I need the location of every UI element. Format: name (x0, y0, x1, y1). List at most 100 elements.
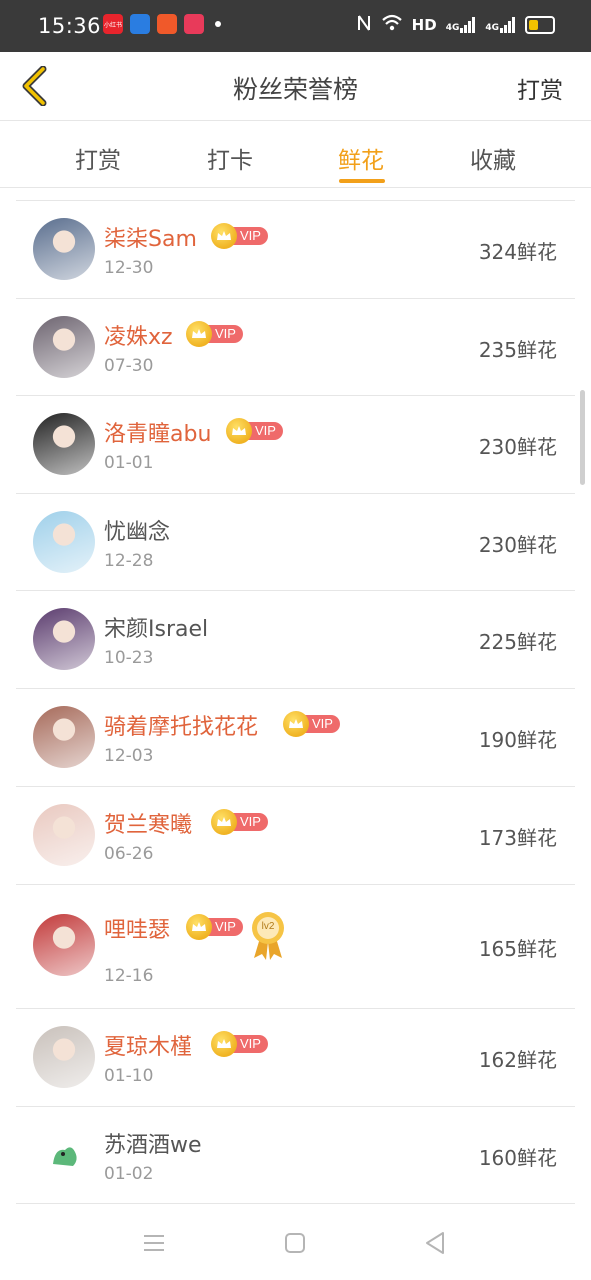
fan-date: 01-01 (104, 453, 154, 473)
fan-list[interactable]: 柒柒Sam VIP 12-30 324鲜花 凌姝xz VIP 07-30 235鲜花 洛青瞳ab… (0, 188, 591, 1206)
flower-count: 190鲜花 (478, 728, 557, 752)
avatar[interactable] (33, 804, 95, 866)
hd-indicator: HD (411, 16, 437, 34)
flower-count: 225鲜花 (478, 630, 557, 654)
crown-icon (186, 913, 212, 940)
avatar[interactable] (33, 413, 95, 475)
fan-name[interactable]: 凌姝xz (104, 319, 173, 351)
signal-label-1: 4G (445, 23, 460, 33)
status-indicators: HD 4G 4G (356, 14, 555, 36)
flower-count: 173鲜花 (478, 826, 557, 850)
list-item[interactable]: 忧幽念 12-28 230鲜花 (16, 493, 575, 591)
vip-badge: VIP (211, 1030, 268, 1057)
reward-button[interactable]: 打赏 (517, 71, 563, 105)
tab-flowers[interactable]: 鲜花 (316, 141, 406, 183)
app-icon-2 (130, 14, 150, 34)
fan-date: 06-26 (104, 844, 154, 864)
crown-icon (211, 808, 237, 835)
list-item[interactable]: 宋颜Israel 10-23 225鲜花 (16, 590, 575, 689)
fan-name[interactable]: 洛青瞳abu (104, 416, 211, 448)
fan-name[interactable]: 哩哇瑟 (104, 912, 170, 944)
list-item[interactable]: 夏琼木槿 VIP 01-10 162鲜花 (16, 1008, 575, 1107)
square-icon (285, 1233, 305, 1253)
avatar[interactable] (33, 1124, 95, 1186)
vip-badge: VIP (211, 222, 268, 249)
flower-count: 230鲜花 (478, 533, 557, 557)
fan-date: 10-23 (104, 648, 154, 668)
vip-badge: VIP (186, 320, 243, 347)
vip-badge: VIP (211, 808, 268, 835)
fan-date: 07-30 (104, 356, 154, 376)
crown-icon (211, 222, 237, 249)
tab-label: 打卡 (207, 148, 253, 174)
signal-icon-2: 4G (485, 17, 516, 33)
fan-date: 12-16 (104, 966, 154, 986)
tab-bar: 打赏 打卡 鲜花 收藏 (0, 121, 591, 188)
avatar[interactable] (33, 706, 95, 768)
vip-badge: VIP (283, 710, 340, 737)
tab-label: 收藏 (470, 148, 516, 174)
crown-icon (186, 320, 212, 347)
avatar[interactable] (33, 914, 95, 976)
tab-checkin[interactable]: 打卡 (185, 141, 275, 175)
level-medal-icon: lv2 (248, 910, 288, 960)
crown-icon (211, 1030, 237, 1057)
crown-icon (226, 417, 252, 444)
status-app-icons: 小红书 (103, 14, 221, 34)
flower-count: 324鲜花 (478, 240, 557, 264)
signal-icon-1: 4G (446, 17, 477, 33)
medal-label: lv2 (261, 921, 275, 932)
battery-icon (525, 16, 555, 34)
avatar[interactable] (33, 511, 95, 573)
status-time: 15:36 (38, 14, 102, 38)
avatar[interactable] (33, 218, 95, 280)
tab-reward[interactable]: 打赏 (53, 141, 143, 175)
status-bar: 15:36 小红书 HD 4G 4G (0, 0, 591, 52)
scrollbar[interactable] (580, 390, 585, 485)
system-nav-bar (0, 1206, 591, 1280)
app-header: 粉丝荣誉榜 打赏 (0, 52, 591, 121)
avatar[interactable] (33, 608, 95, 670)
fan-date: 01-02 (104, 1164, 154, 1184)
fan-name[interactable]: 骑着摩托找花花 (104, 709, 258, 741)
list-item[interactable]: 骑着摩托找花花 VIP 12-03 190鲜花 (16, 688, 575, 787)
app-icon-label: 小红书 (103, 21, 122, 29)
fan-name[interactable]: 宋颜Israel (104, 611, 208, 643)
flower-count: 235鲜花 (478, 338, 557, 362)
vip-badge: VIP (186, 913, 243, 940)
back-nav-button[interactable] (418, 1226, 452, 1260)
menu-button[interactable] (137, 1226, 171, 1260)
page-title: 粉丝荣誉榜 (232, 75, 358, 104)
flower-count: 162鲜花 (478, 1048, 557, 1072)
list-item[interactable]: 柒柒Sam VIP 12-30 324鲜花 (16, 200, 575, 299)
list-item[interactable]: 哩哇瑟 VIP lv2 12-16 165鲜花 (16, 884, 575, 1009)
tab-favorites[interactable]: 收藏 (448, 141, 538, 175)
list-item[interactable]: 凌姝xz VIP 07-30 235鲜花 (16, 298, 575, 396)
fan-name[interactable]: 忧幽念 (104, 514, 170, 546)
notification-dot (215, 21, 221, 27)
home-button[interactable] (278, 1226, 312, 1260)
tab-label: 打赏 (75, 148, 121, 174)
triangle-back-icon (426, 1232, 444, 1254)
fan-date: 01-10 (104, 1066, 154, 1086)
avatar[interactable] (33, 1026, 95, 1088)
vip-badge: VIP (226, 417, 283, 444)
tab-label: 鲜花 (338, 148, 384, 174)
tab-indicator (339, 179, 385, 183)
list-item[interactable]: 苏酒酒we 01-02 160鲜花 (16, 1106, 575, 1204)
flower-count: 160鲜花 (478, 1146, 557, 1170)
nfc-icon (356, 14, 372, 36)
avatar[interactable] (33, 316, 95, 378)
fan-name[interactable]: 柒柒Sam (104, 221, 197, 253)
crown-icon (283, 710, 309, 737)
fan-name[interactable]: 贺兰寒曦 (104, 807, 192, 839)
wifi-icon (381, 14, 403, 36)
list-item[interactable]: 贺兰寒曦 VIP 06-26 173鲜花 (16, 786, 575, 885)
fan-name[interactable]: 夏琼木槿 (104, 1029, 192, 1061)
list-item[interactable]: 洛青瞳abu VIP 01-01 230鲜花 (16, 395, 575, 494)
app-icon-4 (184, 14, 204, 34)
flower-count: 165鲜花 (478, 937, 557, 961)
fan-date: 12-03 (104, 746, 154, 766)
fan-name[interactable]: 苏酒酒we (104, 1127, 202, 1159)
fan-date: 12-28 (104, 551, 154, 571)
